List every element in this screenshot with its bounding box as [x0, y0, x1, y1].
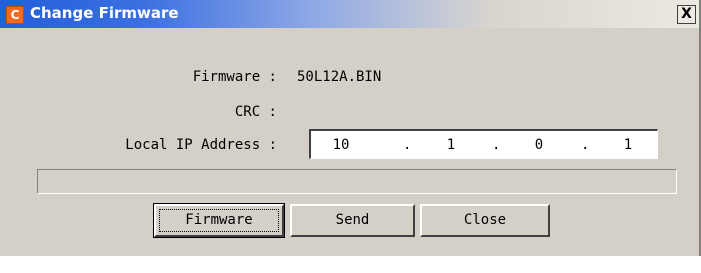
window-title: Change Firmware [30, 4, 179, 22]
close-icon[interactable]: X [677, 5, 696, 24]
firmware-button[interactable]: Firmware [153, 203, 285, 238]
crc-label: CRC : [234, 104, 277, 120]
local-ip-address-input[interactable]: 10 . 1 . 0 . 1 [309, 129, 658, 159]
close-button[interactable]: Close [420, 204, 550, 237]
ip-separator-3: . [581, 137, 590, 153]
ip-separator-1: . [403, 137, 412, 153]
firmware-value: 50L12A.BIN [297, 69, 382, 85]
ip-octet-4[interactable]: 1 [613, 137, 643, 153]
firmware-label: Firmware : [192, 69, 277, 85]
firmware-button-label: Firmware [185, 212, 253, 228]
ip-octet-1[interactable]: 10 [326, 137, 356, 153]
title-bar[interactable]: C Change Firmware X [0, 0, 699, 28]
progress-bar [37, 169, 677, 194]
ip-separator-2: . [492, 137, 501, 153]
close-button-label: Close [463, 212, 507, 228]
send-button[interactable]: Send [290, 204, 415, 237]
ip-octet-2[interactable]: 1 [436, 137, 466, 153]
change-firmware-dialog: C Change Firmware X Firmware : 50L12A.BI… [0, 0, 701, 256]
app-icon: C [6, 6, 24, 24]
send-button-label: Send [335, 212, 370, 228]
local-ip-label: Local IP Address : [125, 137, 277, 153]
ip-octet-3[interactable]: 0 [524, 137, 554, 153]
